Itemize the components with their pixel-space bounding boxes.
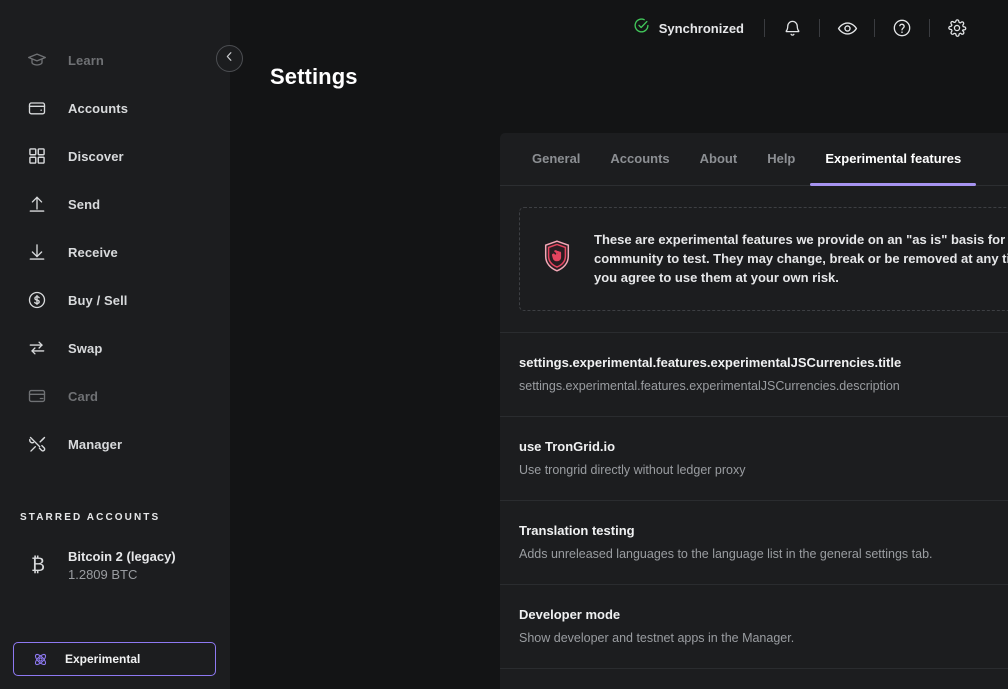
arrow-up-icon [26, 193, 48, 215]
sidebar-item-discover[interactable]: Discover [0, 132, 230, 180]
setting-description: Use trongrid directly without ledger pro… [519, 463, 746, 478]
setting-description: Adds unreleased languages to the languag… [519, 547, 933, 562]
sidebar-item-label: Receive [68, 244, 118, 260]
setting-description: settings.experimental.features.experimen… [519, 379, 900, 394]
sidebar-item-buy-sell[interactable]: Buy / Sell [0, 276, 230, 324]
experimental-button[interactable]: Experimental [13, 642, 216, 676]
grid-icon [26, 145, 48, 167]
page-title: Settings [270, 64, 358, 89]
sidebar-item-label: Manager [68, 436, 123, 452]
divider [929, 19, 930, 37]
check-circle-icon [633, 17, 650, 39]
dollar-circle-icon [26, 289, 48, 311]
setting-row: Translation testing Adds unreleased lang… [500, 499, 1008, 584]
gear-icon[interactable] [944, 15, 970, 41]
sidebar-item-card[interactable]: Card [0, 372, 230, 420]
topbar: Synchronized [230, 0, 1008, 56]
account-name: Bitcoin 2 (legacy) [68, 549, 176, 564]
setting-row: Developer mode Show developer and testne… [500, 583, 1008, 668]
starred-accounts-header: STARRED ACCOUNTS [20, 512, 161, 523]
sidebar-item-label: Discover [68, 148, 124, 164]
atom-icon [31, 650, 49, 668]
graduation-cap-icon [26, 49, 48, 71]
sidebar-item-learn[interactable]: Learn [0, 36, 230, 84]
setting-title: settings.experimental.features.experimen… [519, 355, 902, 371]
sidebar-item-send[interactable]: Send [0, 180, 230, 228]
experimental-settings-list: settings.experimental.features.experimen… [500, 331, 1008, 689]
shield-stop-icon [542, 239, 572, 278]
eye-icon[interactable] [834, 15, 860, 41]
swap-arrows-icon [26, 337, 48, 359]
sync-status-label: Synchronized [658, 20, 744, 36]
sidebar-item-label: Card [68, 388, 99, 404]
settings-card: General Accounts About Help Experimental… [500, 133, 1008, 689]
setting-title: Developer mode [519, 607, 621, 623]
warning-text: These are experimental features we provi… [594, 232, 1008, 286]
sidebar-item-label: Buy / Sell [68, 292, 128, 308]
question-circle-icon[interactable] [889, 15, 915, 41]
bitcoin-icon: ₿ [30, 554, 46, 576]
tab-general[interactable]: General [517, 133, 595, 185]
tab-accounts[interactable]: Accounts [595, 133, 684, 185]
sidebar-item-accounts[interactable]: Accounts [0, 84, 230, 132]
sidebar-nav: Learn Accounts Discover Send Receive Buy… [0, 36, 230, 468]
sidebar-item-label: Swap [68, 340, 103, 356]
chevron-left-icon [223, 50, 236, 68]
setting-row-partial [500, 667, 1008, 689]
wallet-icon [26, 97, 48, 119]
sidebar-item-manager[interactable]: Manager [0, 420, 230, 468]
account-amount: 1.2809 BTC [68, 567, 138, 582]
credit-card-icon [26, 385, 48, 407]
divider [819, 19, 820, 37]
bell-icon[interactable] [779, 15, 805, 41]
tools-icon [26, 433, 48, 455]
main-content: Synchronized Settings General Accounts A… [230, 0, 1008, 689]
app-window: Learn Accounts Discover Send Receive Buy… [0, 0, 1008, 689]
starred-account-item[interactable]: ₿ Bitcoin 2 (legacy) 1.2809 BTC [0, 549, 230, 582]
setting-row: settings.experimental.features.experimen… [500, 331, 1008, 416]
sidebar-collapse-button[interactable] [216, 45, 243, 72]
sidebar: Learn Accounts Discover Send Receive Buy… [0, 0, 230, 689]
sidebar-item-swap[interactable]: Swap [0, 324, 230, 372]
tab-about[interactable]: About [685, 133, 753, 185]
sidebar-item-label: Learn [68, 52, 104, 68]
setting-title: use TronGrid.io [519, 439, 616, 455]
arrow-down-icon [26, 241, 48, 263]
experimental-warning-banner: These are experimental features we provi… [519, 207, 1008, 311]
tab-help[interactable]: Help [752, 133, 810, 185]
setting-description: Show developer and testnet apps in the M… [519, 631, 795, 646]
divider [764, 19, 765, 37]
divider [874, 19, 875, 37]
experimental-button-label: Experimental [65, 652, 141, 666]
sidebar-item-label: Accounts [68, 100, 129, 116]
sidebar-item-label: Send [68, 196, 101, 212]
setting-row: use TronGrid.io Use trongrid directly wi… [500, 415, 1008, 500]
sync-status[interactable]: Synchronized [633, 17, 744, 39]
sidebar-item-receive[interactable]: Receive [0, 228, 230, 276]
tab-experimental-features[interactable]: Experimental features [810, 133, 977, 186]
setting-title: Translation testing [519, 523, 635, 539]
settings-tabs: General Accounts About Help Experimental… [500, 133, 1008, 186]
